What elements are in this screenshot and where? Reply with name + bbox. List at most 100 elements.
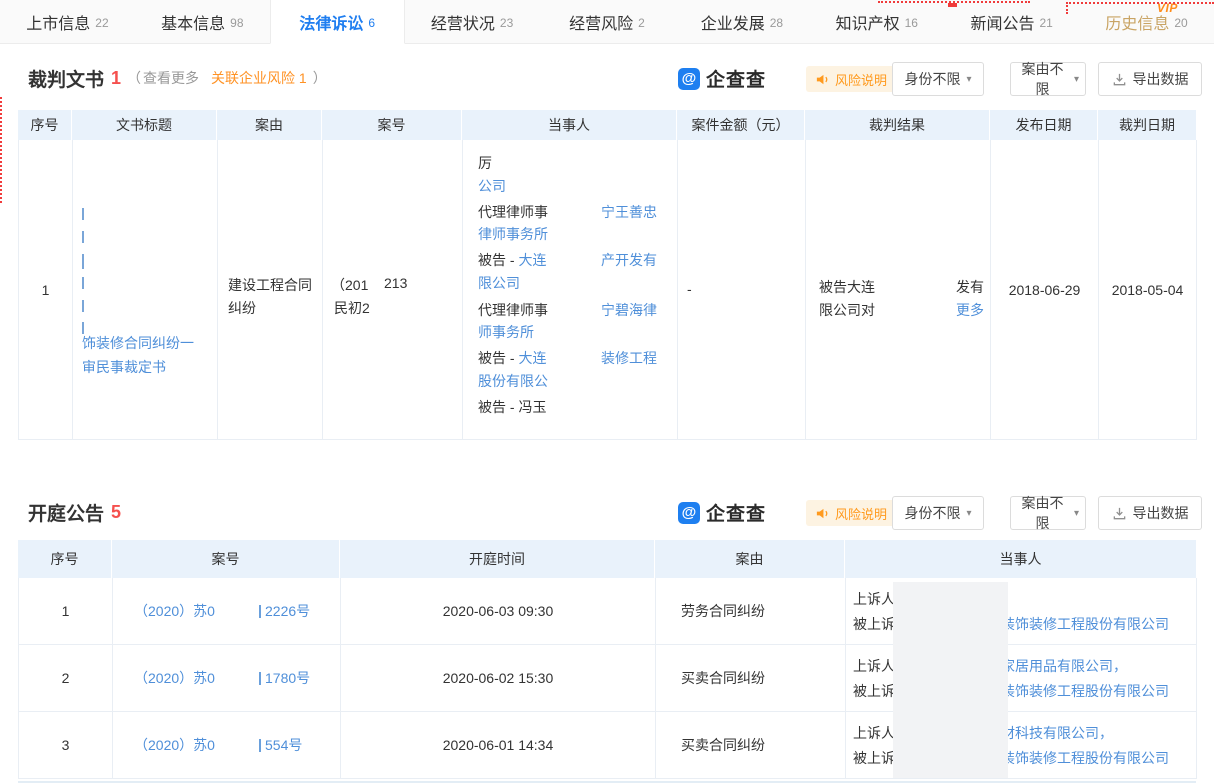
case-no-link[interactable]: 2226号 [259, 601, 310, 621]
tab-basic-info[interactable]: 基本信息 98 [135, 0, 270, 44]
tab-label: 经营风险 [569, 10, 633, 34]
case-no-link[interactable]: （2020）苏0 [134, 601, 215, 621]
col-header-result: 裁判结果 [805, 110, 990, 140]
col-header-amount: 案件金额（元） [677, 110, 805, 140]
party-text: 厉 [478, 153, 492, 173]
cell-hearing-time: 2020-06-03 09:30 [341, 578, 656, 645]
download-icon [1112, 506, 1127, 521]
tab-intellectual-property[interactable]: 知识产权16 [809, 0, 944, 44]
cell-case-no: （2020）苏0 554号 [113, 712, 341, 779]
tab-count: 98 [230, 16, 243, 30]
tab-label: 企业发展 [701, 10, 765, 34]
identity-filter-label: 身份不限 [904, 503, 960, 523]
party-link[interactable]: 装饰装修工程股份有限公司 [1001, 748, 1169, 768]
cell-case-no: （201 213 民初2 [323, 140, 463, 440]
party-link[interactable]: 装饰装修工程股份有限公司 [1001, 614, 1169, 634]
tab-label: 法律诉讼 [299, 10, 363, 34]
row-index: 2 [62, 670, 70, 686]
tab-listing-info[interactable]: 上市信息 22 [0, 0, 135, 44]
identity-filter-dropdown[interactable]: 身份不限 ▾ [892, 496, 984, 530]
risk-note-button[interactable]: 风险说明 [806, 66, 896, 92]
cell-cause: 劳务合同纠纷 [656, 578, 846, 645]
result-more-link[interactable]: 更多 [956, 300, 984, 320]
redacted-text-fragment [82, 231, 84, 243]
hearing-row: 3 （2020）苏0 554号 2020-06-01 14:34 买卖合同纠纷 … [18, 712, 1196, 779]
tab-news-announcements[interactable]: 新闻公告21 [944, 0, 1079, 44]
col-header-publish-date: 发布日期 [990, 110, 1098, 140]
case-no-link[interactable]: （2020）苏0 [134, 735, 215, 755]
redaction-overlay [893, 582, 1008, 778]
col-header-judgment-date: 裁判日期 [1098, 110, 1196, 140]
cause-text: 买卖合同纠纷 [681, 735, 765, 755]
speaker-icon [815, 72, 830, 87]
download-icon [1112, 72, 1127, 87]
result-fragment: 发有 [956, 277, 984, 297]
tab-label: 基本信息 [161, 10, 225, 34]
col-header-case-no: 案号 [322, 110, 462, 140]
tab-legal-litigation[interactable]: 法律诉讼6 [270, 0, 405, 44]
tab-count: 20 [1174, 16, 1187, 30]
risk-note-button[interactable]: 风险说明 [806, 500, 896, 526]
identity-filter-label: 身份不限 [904, 69, 960, 89]
party-link[interactable]: 大连 [518, 252, 546, 268]
redacted-text-fragment [82, 208, 84, 220]
party-role: 被上诉 [853, 681, 895, 701]
party-link[interactable]: 装修工程 [601, 348, 657, 368]
document-title-link[interactable]: 饰装修合同纠纷一 [82, 333, 194, 353]
cause-text: 劳务合同纠纷 [681, 601, 765, 621]
publish-date: 2018-06-29 [1009, 282, 1081, 298]
party-link[interactable]: 师事务所 [478, 322, 534, 342]
cell-doc-title: 饰装修合同纠纷一 审民事裁定书 [73, 140, 218, 440]
hearing-row: 1 （2020）苏0 2226号 2020-06-03 09:30 劳务合同纠纷… [18, 578, 1196, 645]
tab-count: 22 [95, 16, 108, 30]
party-link[interactable]: 大连 [518, 350, 546, 366]
party-link[interactable]: 限公司 [478, 273, 520, 293]
party-role: 被上诉 [853, 614, 895, 634]
party-link[interactable]: 律师事务所 [478, 224, 548, 244]
party-link[interactable]: 产开发有 [601, 250, 657, 270]
caret-down-icon: ▾ [1074, 74, 1079, 85]
cause-filter-dropdown[interactable]: 案由不限 ▾ [1010, 62, 1086, 96]
tab-count: 28 [770, 16, 783, 30]
party-link[interactable]: 宁王善忠 [601, 202, 657, 222]
tab-operating-risk[interactable]: 经营风险 2 [540, 0, 675, 44]
party-link[interactable]: 宁碧海律 [601, 300, 657, 320]
party-link[interactable]: 家居用品有限公司， [1001, 656, 1127, 676]
export-data-button[interactable]: 导出数据 [1098, 62, 1202, 96]
party-link[interactable]: 股份有限公 [478, 371, 548, 391]
identity-filter-dropdown[interactable]: 身份不限 ▾ [892, 62, 984, 96]
document-title-link[interactable]: 审民事裁定书 [82, 357, 166, 377]
cell-publish-date: 2018-06-29 [991, 140, 1099, 440]
export-data-button[interactable]: 导出数据 [1098, 496, 1202, 530]
party-link[interactable]: 公司 [478, 176, 506, 196]
party-link[interactable]: 材科技有限公司， [1001, 723, 1113, 743]
tab-label: 经营状况 [431, 10, 495, 34]
cell-result: 被告大连 发有 限公司对 更多 [806, 140, 991, 440]
tab-enterprise-development[interactable]: 企业发展 28 [674, 0, 809, 44]
case-no-link[interactable]: （2020）苏0 [134, 668, 215, 688]
cell-index: 1 [19, 140, 73, 440]
party-link[interactable]: 装饰装修工程股份有限公司 [1001, 681, 1169, 701]
case-no-fragment: 213 [384, 275, 407, 291]
qcc-logo-icon: @ [678, 68, 700, 90]
party-role: 上诉人 [853, 723, 895, 743]
party-line: 被告 - 大连 [478, 348, 546, 368]
cell-cause: 买卖合同纠纷 [656, 645, 846, 712]
hearing-row: 2 （2020）苏0 1780号 2020-06-02 15:30 买卖合同纠纷… [18, 645, 1196, 712]
case-no-link[interactable]: 1780号 [259, 668, 310, 688]
hearings-toolbar: @ 企查查 风险说明 身份不限 ▾ 案由不限 ▾ 导出数据 [0, 492, 1214, 532]
tab-operating-status[interactable]: 经营状况23 [405, 0, 540, 44]
brand-logo: @ 企查查 [678, 65, 766, 92]
export-data-label: 导出数据 [1133, 69, 1189, 89]
case-no-link[interactable]: 554号 [259, 735, 302, 755]
tab-count: 21 [1039, 16, 1052, 30]
cause-filter-dropdown[interactable]: 案由不限 ▾ [1010, 496, 1086, 530]
tab-count: 2 [638, 16, 645, 30]
tab-count: 16 [905, 16, 918, 30]
tab-history-info[interactable]: 历史信息20 [1079, 0, 1214, 44]
cell-parties: 厉 公司 代理律师事 宁王善忠 律师事务所 被告 - 大连 产开发有 限公司 代… [463, 140, 678, 440]
judgment-row: 1 饰装修合同纠纷一 审民事裁定书 建设工程合同 纠纷 （201 213 民初2 [18, 140, 1196, 440]
tab-label: 上市信息 [26, 10, 90, 34]
party-line: 被告 - 大连 [478, 250, 546, 270]
party-role: 被告 - [478, 350, 518, 366]
